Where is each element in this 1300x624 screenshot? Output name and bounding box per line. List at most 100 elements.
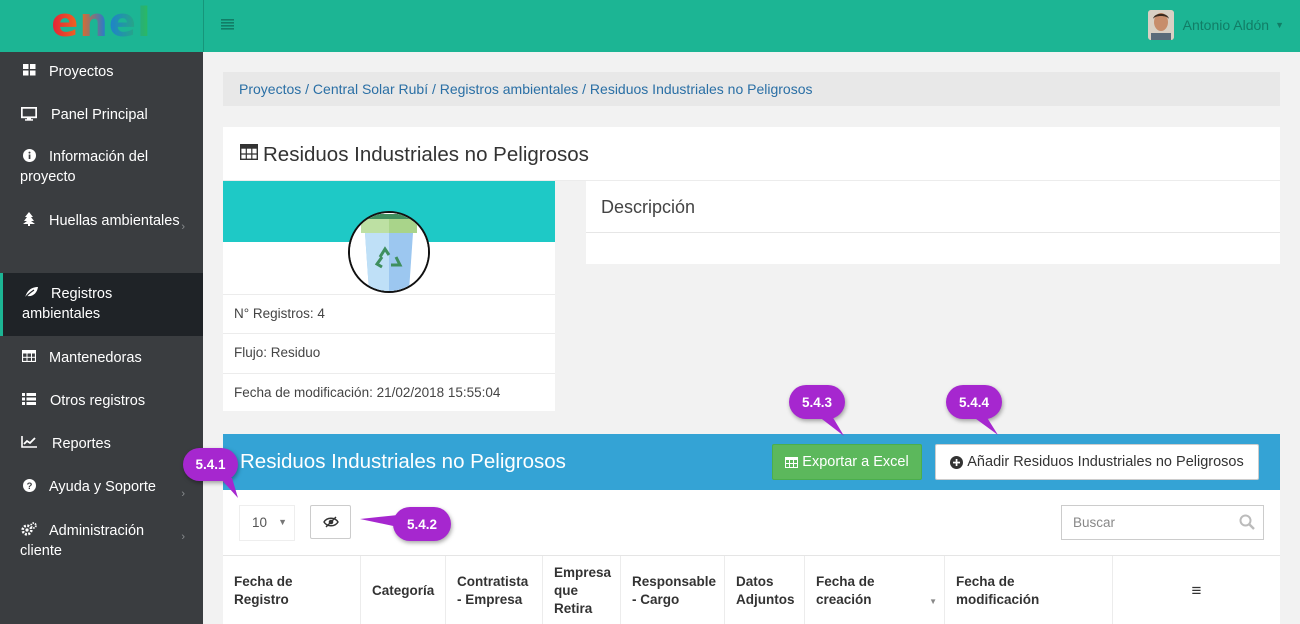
column-header-datos-adjuntos[interactable]: Datos Adjuntos [725, 556, 805, 624]
monitor-icon [20, 107, 38, 121]
sidebar-item-reportes[interactable]: Reportes [0, 434, 203, 456]
sidebar-item-otros-registros[interactable]: Otros registros [0, 391, 203, 413]
callout-5-4-3: 5.4.3 [789, 385, 845, 419]
table-header: Fecha de Registro Categoría Contratista … [223, 555, 1280, 624]
tree-icon [20, 212, 38, 226]
recycle-bin-icon [348, 211, 430, 293]
search-placeholder: Buscar [1073, 515, 1116, 530]
th-large-icon [20, 64, 38, 76]
column-options-menu[interactable]: ≡ [1113, 556, 1280, 624]
callout-label: 5.4.2 [406, 516, 438, 532]
menu-toggle-icon[interactable] [220, 17, 236, 33]
card-registros: N° Registros: 4 [223, 294, 555, 334]
column-label: Fecha de modificación [956, 573, 1040, 607]
info-card: N° Registros: 4 Flujo: Residuo Fecha de … [223, 181, 555, 411]
records-table-area: 10 ▼ Buscar Fecha de Registro Categoría … [223, 490, 1280, 624]
sidebar-item-label: Proyectos [49, 64, 114, 80]
line-chart-icon [20, 436, 38, 448]
column-header-fecha-creacion[interactable]: Fecha de creación ▼ [805, 556, 945, 624]
callout-5-4-4: 5.4.4 [946, 385, 1002, 419]
sort-caret-icon: ▼ [929, 597, 937, 606]
column-label: Contratista - Empresa [457, 573, 529, 607]
list-icon [20, 393, 38, 405]
page-length-value: 10 [252, 515, 268, 530]
sidebar-item-label: Administración cliente [20, 523, 145, 559]
column-header-fecha-registro[interactable]: Fecha de Registro [223, 556, 361, 624]
sidebar-item-label: Información del proyecto [20, 149, 149, 185]
logo-area[interactable]: enel [0, 0, 203, 52]
page-length-select[interactable]: 10 ▼ [239, 505, 295, 541]
sidebar-item-informacion-proyecto[interactable]: Información del proyecto [0, 147, 203, 189]
chevron-right-icon: › [181, 531, 185, 543]
sidebar-item-mantenedoras[interactable]: Mantenedoras [0, 348, 203, 370]
search-icon [1239, 514, 1255, 533]
callout-5-4-2: 5.4.2 [393, 507, 451, 541]
export-excel-label: Exportar a Excel [802, 454, 909, 470]
sidebar: enel Proyectos Panel Principal Informaci… [0, 0, 203, 624]
callout-label: 5.4.1 [195, 457, 226, 472]
column-header-contratista-empresa[interactable]: Contratista - Empresa [446, 556, 543, 624]
top-navbar: Antonio Aldón ▼ [203, 0, 1300, 52]
column-label: Fecha de Registro [234, 573, 293, 607]
column-header-responsable-cargo[interactable]: Responsable - Cargo [621, 556, 725, 624]
callout-pointer [818, 416, 844, 436]
callout-5-4-1: 5.4.1 [183, 448, 238, 481]
avatar [1147, 10, 1174, 40]
sidebar-item-registros-ambientales[interactable]: Registros ambientales [0, 273, 203, 336]
sidebar-item-label: Otros registros [50, 393, 146, 409]
callout-pointer [220, 478, 238, 498]
eye-slash-icon [322, 516, 339, 528]
add-record-button[interactable]: Añadir Residuos Industriales no Peligros… [935, 444, 1259, 480]
table-panel-title: Residuos Industriales no Peligrosos [240, 450, 566, 473]
callout-label: 5.4.4 [958, 394, 990, 410]
sidebar-item-label: Ayuda y Soporte [49, 479, 156, 495]
sidebar-item-wrap: Registros ambientales [22, 284, 182, 324]
chevron-right-icon: › [181, 221, 185, 233]
cogs-icon [20, 522, 38, 536]
export-excel-button[interactable]: Exportar a Excel [772, 444, 922, 480]
enel-logo: enel [51, 0, 152, 46]
callout-label: 5.4.3 [801, 394, 833, 410]
card-fecha-modificacion: Fecha de modificación: 21/02/2018 15:55:… [223, 373, 555, 413]
description-panel: Descripción [586, 181, 1280, 264]
caret-down-icon: ▼ [1275, 20, 1284, 30]
main-content: Proyectos / Central Solar Rubí / Registr… [203, 52, 1300, 624]
sidebar-item-wrap: Información del proyecto [20, 147, 180, 187]
page-title: Residuos Industriales no Peligrosos [263, 143, 589, 166]
callout-pointer [972, 416, 998, 435]
table-icon [239, 142, 259, 166]
user-menu[interactable]: Antonio Aldón ▼ [1147, 10, 1284, 40]
sidebar-item-panel-principal[interactable]: Panel Principal [0, 105, 203, 127]
add-record-label: Añadir Residuos Industriales no Peligros… [967, 454, 1244, 470]
sidebar-item-ayuda-soporte[interactable]: ? Ayuda y Soporte › [0, 477, 203, 500]
column-header-empresa-retira[interactable]: Empresa que Retira [543, 556, 621, 624]
card-flujo: Flujo: Residuo [223, 333, 555, 373]
sidebar-item-proyectos[interactable]: Proyectos [0, 62, 203, 84]
sidebar-item-wrap: Huellas ambientales [20, 210, 180, 231]
sidebar-item-administracion-cliente[interactable]: Administración cliente › [0, 520, 203, 562]
column-label: Fecha de creación [816, 573, 875, 607]
menu-icon: ≡ [1191, 580, 1202, 600]
chevron-right-icon: › [181, 488, 185, 500]
sidebar-item-label: Mantenedoras [49, 350, 142, 366]
description-title: Descripción [586, 181, 1280, 233]
sidebar-item-huellas-ambientales[interactable]: Huellas ambientales › [0, 210, 203, 252]
plus-circle-icon [950, 455, 964, 469]
sidebar-item-label: Reportes [52, 436, 111, 452]
table-icon [20, 350, 38, 362]
caret-down-icon: ▼ [278, 517, 287, 527]
breadcrumb[interactable]: Proyectos / Central Solar Rubí / Registr… [223, 72, 1280, 106]
svg-text:?: ? [26, 481, 32, 492]
column-header-fecha-modificacion[interactable]: Fecha de modificación [945, 556, 1113, 624]
column-label: Empresa que Retira [554, 565, 612, 616]
column-visibility-button[interactable] [310, 505, 351, 539]
column-header-categoria[interactable]: Categoría [361, 556, 446, 624]
sidebar-item-label: Huellas ambientales [49, 213, 180, 229]
search-input[interactable]: Buscar [1061, 505, 1264, 540]
user-name: Antonio Aldón [1182, 17, 1270, 33]
info-circle-icon [20, 149, 38, 162]
table-icon [785, 456, 799, 468]
page-title-panel: Residuos Industriales no Peligrosos [223, 127, 1280, 181]
table-panel-header: Residuos Industriales no Peligrosos Expo… [223, 434, 1280, 490]
column-label: Responsable - Cargo [632, 573, 717, 607]
